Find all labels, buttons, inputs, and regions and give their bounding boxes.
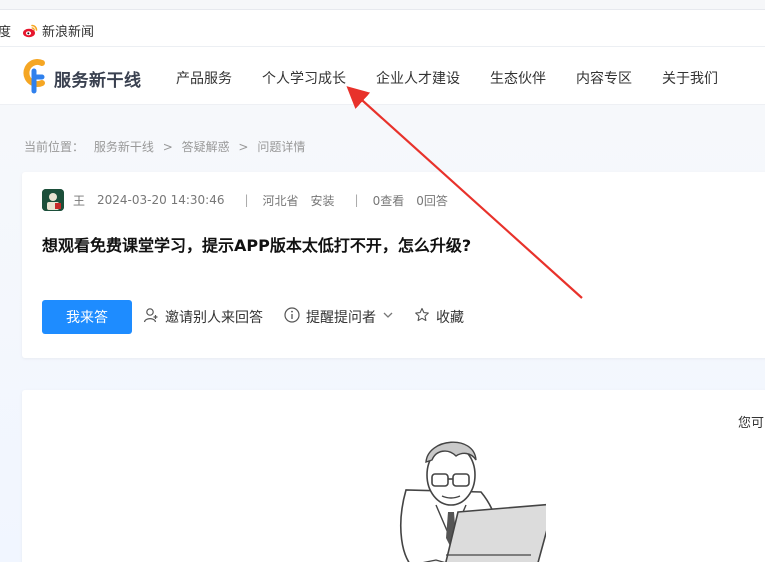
answer-panel-tip: 您可 [738, 416, 765, 431]
author-name[interactable]: 王 [73, 192, 85, 209]
meta-divider: | [354, 193, 359, 207]
breadcrumb-item-detail: 问题详情 [257, 140, 306, 154]
post-datetime: 2024-03-20 14:30:46 [97, 193, 225, 207]
question-title: 想观看免费课堂学习，提示APP版本太低打不开，怎么升级? [42, 236, 472, 255]
logo-icon [20, 58, 50, 98]
nav-item-personal-growth[interactable]: 个人学习成长 [262, 68, 346, 88]
remind-asker-button[interactable]: 提醒提问者 [284, 307, 394, 327]
nav-item-products[interactable]: 产品服务 [176, 68, 232, 88]
answer-panel: 您可 [22, 390, 765, 562]
favorite-button[interactable]: 收藏 [414, 307, 464, 327]
breadcrumb: 当前位置： 服务新干线 > 答疑解惑 > 问题详情 [24, 138, 305, 155]
bookmark-sina-news[interactable]: 新浪新闻 [22, 21, 94, 40]
weibo-icon [22, 23, 38, 39]
location-category: 安装 [310, 193, 335, 208]
site-header: 服务新干线 产品服务 个人学习成长 企业人才建设 生态伙伴 内容专区 关于我们 [0, 47, 765, 105]
info-circle-icon [284, 307, 300, 327]
nav-item-content[interactable]: 内容专区 [576, 68, 632, 88]
view-count: 0查看 [372, 193, 405, 208]
favorite-label: 收藏 [436, 310, 464, 326]
breadcrumb-item-qa[interactable]: 答疑解惑 [182, 140, 230, 154]
bookmarks-bar: 度 新浪新闻 [0, 10, 765, 47]
person-laptop-illustration [376, 430, 556, 562]
remind-label: 提醒提问者 [306, 310, 376, 326]
site-logo[interactable]: 服务新干线 [20, 58, 142, 98]
user-invite-icon [143, 307, 159, 327]
answer-count: 0回答 [416, 193, 448, 208]
location-province: 河北省 [262, 193, 299, 208]
star-icon [414, 307, 430, 327]
breadcrumb-item-home[interactable]: 服务新干线 [94, 140, 154, 154]
logo-text: 服务新干线 [54, 70, 142, 91]
invite-answer-button[interactable]: 邀请别人来回答 [143, 307, 263, 327]
chevron-down-icon [382, 309, 394, 325]
answer-button[interactable]: 我来答 [42, 300, 132, 334]
question-meta: 王 2024-03-20 14:30:46 | 河北省 安装 | 0查看 0回答 [42, 189, 460, 211]
nav-item-about[interactable]: 关于我们 [662, 68, 718, 88]
bookmark-label: 新浪新闻 [42, 25, 95, 40]
invite-label: 邀请别人来回答 [165, 310, 263, 326]
bookmark-partial[interactable]: 度 [0, 21, 11, 40]
meta-divider: | [244, 193, 249, 207]
avatar-icon[interactable] [42, 189, 64, 211]
question-card: 王 2024-03-20 14:30:46 | 河北省 安装 | 0查看 0回答… [22, 172, 765, 358]
nav-item-partners[interactable]: 生态伙伴 [490, 68, 546, 88]
browser-top-strip [0, 0, 765, 10]
breadcrumb-prefix: 当前位置： [24, 140, 85, 154]
nav-item-enterprise-talent[interactable]: 企业人才建设 [376, 68, 460, 88]
breadcrumb-separator: > [162, 140, 173, 154]
breadcrumb-separator: > [238, 140, 249, 154]
